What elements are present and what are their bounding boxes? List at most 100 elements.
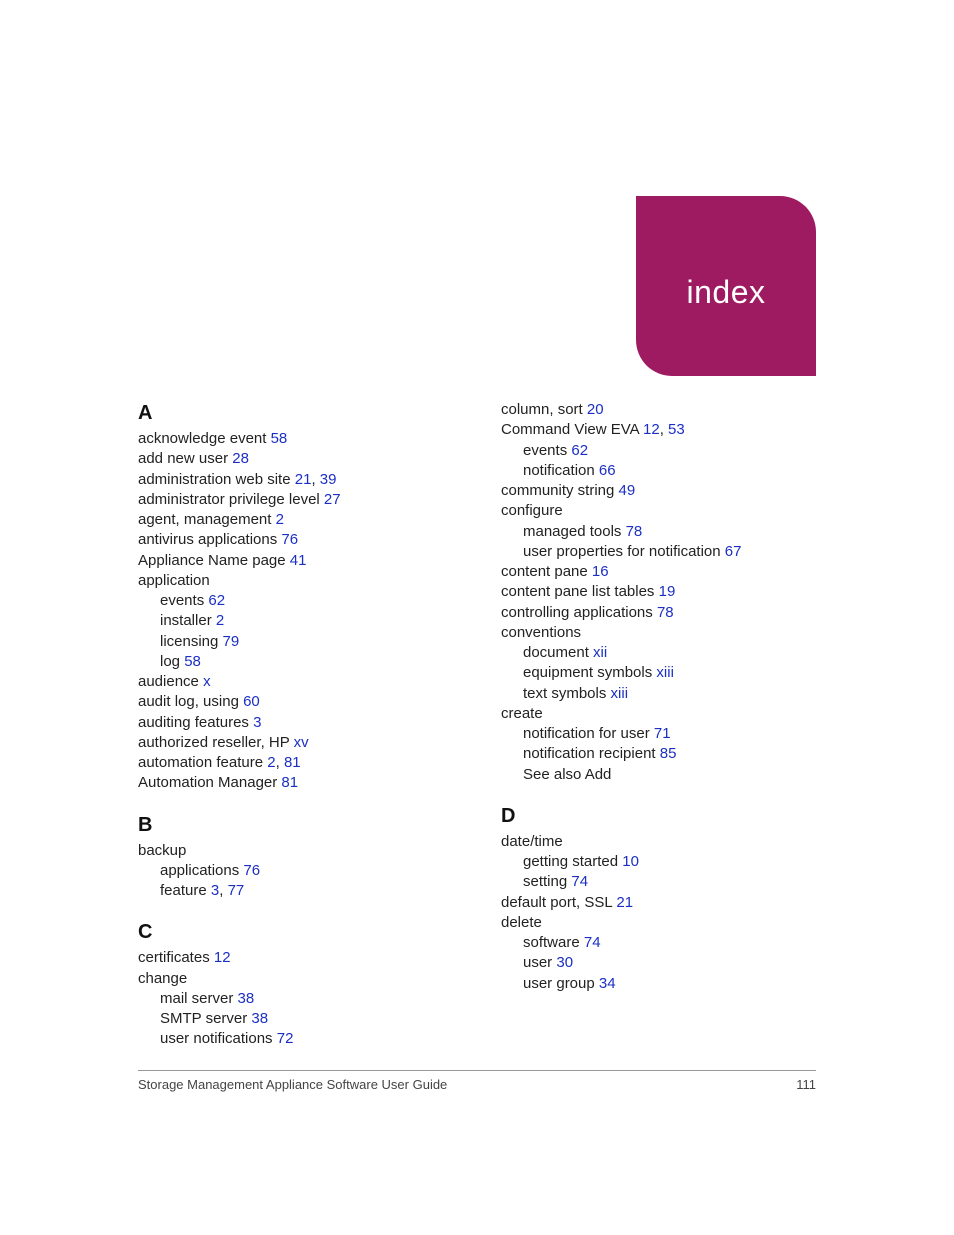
left-column: Aacknowledge event 58add new user 28admi… [138,400,453,1050]
index-page-ref[interactable]: 53 [668,421,685,438]
index-entry-text: delete [501,914,542,931]
index-entry-text: Automation Manager [138,774,281,791]
footer-doc-title: Storage Management Appliance Software Us… [138,1077,447,1092]
index-page-ref[interactable]: 76 [281,531,298,548]
index-page-ref[interactable]: 67 [725,543,742,560]
index-entry-text: authorized reseller, HP [138,734,294,751]
index-page-ref[interactable]: 58 [184,653,201,670]
index-page-ref[interactable]: 38 [251,1010,268,1027]
index-entry-text: applications [160,862,243,879]
index-entry: mail server 38 [138,989,453,1009]
index-entry-text: equipment symbols [523,664,656,681]
index-badge: index [636,196,816,376]
index-entry: Automation Manager 81 [138,773,453,793]
index-entry: column, sort 20 [501,400,816,420]
index-page-ref[interactable]: 12 [643,421,660,438]
index-entry: application [138,571,453,591]
index-entry: backup [138,841,453,861]
index-entry-text: events [160,592,208,609]
index-entry: community string 49 [501,481,816,501]
index-page-ref[interactable]: 3 [253,714,261,731]
index-entry-text: audit log, using [138,693,243,710]
index-page-ref[interactable]: 16 [592,563,609,580]
index-page-ref[interactable]: 76 [243,862,260,879]
index-page-ref[interactable]: 41 [290,552,307,569]
index-page-ref[interactable]: 2 [276,511,284,528]
index-entry: notification 66 [501,461,816,481]
index-page-ref[interactable]: 28 [232,450,249,467]
index-entry: log 58 [138,652,453,672]
index-page-ref[interactable]: 10 [622,853,639,870]
index-page-ref[interactable]: 27 [324,491,341,508]
index-page-ref[interactable]: 74 [571,873,588,890]
index-entry: configure [501,501,816,521]
index-entry-text: See also Add [523,766,611,783]
index-page-ref-separator: , [219,882,227,899]
index-entry: SMTP server 38 [138,1009,453,1029]
index-entry-text: user [523,954,556,971]
index-entry-text: content pane list tables [501,583,659,600]
index-page-ref[interactable]: 79 [223,633,240,650]
index-entry-text: certificates [138,949,214,966]
index-letter-heading: C [138,919,453,946]
index-page-ref[interactable]: 20 [587,401,604,418]
index-page-ref[interactable]: xiii [656,664,674,681]
index-page-ref[interactable]: 72 [277,1030,294,1047]
index-page-ref[interactable]: 30 [556,954,573,971]
index-page-ref[interactable]: 71 [654,725,671,742]
index-entry-text: mail server [160,990,238,1007]
index-entry-text: user notifications [160,1030,277,1047]
index-entry: licensing 79 [138,632,453,652]
index-page-ref[interactable]: 39 [320,471,337,488]
index-page-ref[interactable]: 78 [657,604,674,621]
index-page-ref[interactable]: 62 [571,442,588,459]
index-page-ref-separator: , [660,421,668,438]
index-entry-text: text symbols [523,685,611,702]
index-entry: equipment symbols xiii [501,663,816,683]
index-entry: delete [501,913,816,933]
index-page-ref[interactable]: 3 [211,882,219,899]
index-page-ref[interactable]: 66 [599,462,616,479]
index-entry: user notifications 72 [138,1029,453,1049]
index-entry-text: Appliance Name page [138,552,290,569]
index-page-ref[interactable]: 34 [599,975,616,992]
index-page-ref[interactable]: 81 [284,754,301,771]
index-page-ref[interactable]: 49 [619,482,636,499]
index-page-ref[interactable]: xv [294,734,309,751]
index-entry-text: add new user [138,450,232,467]
index-entry: user group 34 [501,974,816,994]
index-page-ref[interactable]: 74 [584,934,601,951]
index-page-ref[interactable]: 78 [626,523,643,540]
index-entry-text: auditing features [138,714,253,731]
index-page-ref[interactable]: 2 [267,754,275,771]
index-page-ref[interactable]: 58 [271,430,288,447]
index-entry-text: community string [501,482,619,499]
index-page-ref[interactable]: 62 [208,592,225,609]
index-page-ref[interactable]: 60 [243,693,260,710]
index-page-ref[interactable]: 81 [281,774,298,791]
index-page-ref[interactable]: x [203,673,211,690]
index-entry: agent, management 2 [138,510,453,530]
index-entry: managed tools 78 [501,522,816,542]
index-page-ref[interactable]: xiii [611,685,629,702]
index-page-ref[interactable]: 77 [228,882,245,899]
index-page-ref[interactable]: 19 [659,583,676,600]
index-page-ref[interactable]: 12 [214,949,231,966]
right-column: column, sort 20Command View EVA 12, 53ev… [501,400,816,1050]
index-entry-text: managed tools [523,523,626,540]
index-page-ref[interactable]: 21 [616,894,633,911]
index-page-ref[interactable]: 2 [216,612,224,629]
index-entry: certificates 12 [138,948,453,968]
index-entry-text: notification [523,462,599,479]
index-entry-text: administration web site [138,471,295,488]
index-page-ref[interactable]: 85 [660,745,677,762]
index-entry-text: configure [501,502,563,519]
index-entry: audience x [138,672,453,692]
index-entry: notification for user 71 [501,724,816,744]
index-entry: events 62 [138,591,453,611]
index-entry-text: column, sort [501,401,587,418]
index-page-ref[interactable]: xii [593,644,607,661]
index-entry-text: administrator privilege level [138,491,324,508]
index-page-ref[interactable]: 21 [295,471,312,488]
index-page-ref[interactable]: 38 [238,990,255,1007]
